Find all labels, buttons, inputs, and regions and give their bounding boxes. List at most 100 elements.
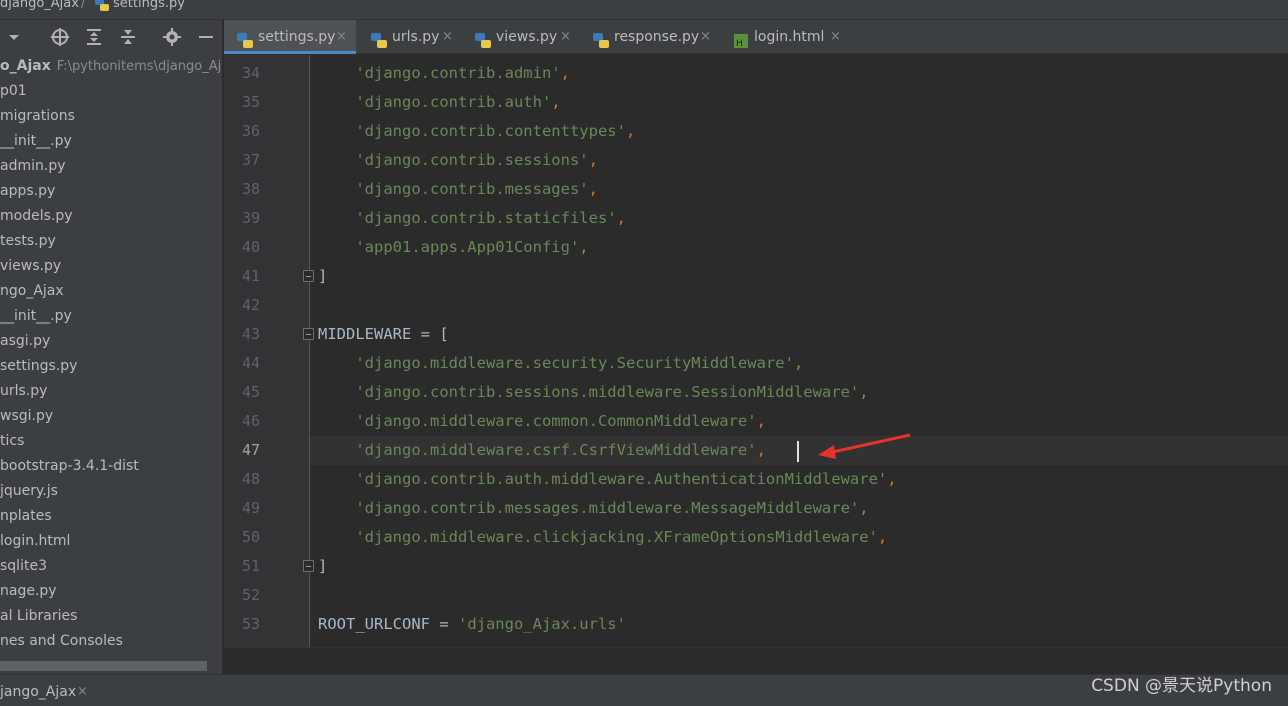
- tree-item[interactable]: jquery.js: [0, 479, 222, 504]
- line-number: 51: [241, 557, 260, 575]
- tree-item[interactable]: login.html: [0, 529, 222, 554]
- tree-root-path: F:\pythonitems\django_Aja: [56, 59, 223, 74]
- tree-item[interactable]: __init__.py: [0, 129, 222, 154]
- line-number: 45: [241, 383, 260, 401]
- code-punctuation: ,: [579, 238, 589, 256]
- tree-root-name: o_Ajax: [0, 58, 51, 74]
- close-icon[interactable]: ×: [442, 20, 453, 54]
- close-icon[interactable]: ×: [700, 20, 711, 54]
- tree-item[interactable]: sqlite3: [0, 554, 222, 579]
- code-punctuation: ,: [859, 499, 869, 517]
- collapse-all-icon[interactable]: [118, 27, 138, 47]
- line-number: 52: [241, 586, 260, 604]
- code-string: 'django.contrib.sessions.middleware.Sess…: [355, 383, 860, 401]
- editor-bottom-strip: [224, 647, 1288, 674]
- text-caret: [797, 441, 799, 462]
- run-tab-label[interactable]: jango_Ajax: [0, 675, 76, 706]
- fold-marker-icon[interactable]: [303, 270, 314, 282]
- code-line: 'app01.apps.App01Config',: [318, 233, 589, 262]
- tab-login-html[interactable]: H login.html ×: [720, 20, 850, 54]
- code-string: 'django.contrib.auth': [355, 93, 552, 111]
- gear-icon[interactable]: [162, 27, 182, 47]
- locate-icon[interactable]: [50, 27, 70, 47]
- tab-label: views.py: [496, 29, 558, 45]
- tree-item[interactable]: p01: [0, 79, 222, 104]
- breadcrumb-file[interactable]: settings.py: [113, 0, 185, 11]
- close-icon[interactable]: ×: [830, 20, 841, 54]
- close-icon[interactable]: ×: [77, 675, 88, 706]
- expand-all-icon[interactable]: [84, 27, 104, 47]
- code-string: 'django.middleware.csrf.CsrfViewMiddlewa…: [355, 441, 757, 459]
- code-string: 'django.contrib.contenttypes': [355, 122, 626, 140]
- tree-root[interactable]: o_Ajax F:\pythonitems\django_Aja: [0, 54, 223, 79]
- tab-response-py[interactable]: response.py ×: [580, 20, 720, 54]
- code-punctuation: ,: [887, 470, 897, 488]
- code-string: 'django.contrib.auth.middleware.Authenti…: [355, 470, 888, 488]
- tree-item[interactable]: ngo_Ajax: [0, 279, 222, 304]
- tree-item[interactable]: bootstrap-3.4.1-dist: [0, 454, 222, 479]
- code-line: 'django.middleware.csrf.CsrfViewMiddlewa…: [318, 436, 766, 465]
- code-string: 'django.contrib.admin': [355, 64, 561, 82]
- tab-views-py[interactable]: views.py ×: [462, 20, 580, 54]
- fold-marker-icon[interactable]: [303, 328, 314, 340]
- code-identifier: ]: [318, 557, 328, 575]
- tree-item[interactable]: asgi.py: [0, 329, 222, 354]
- tree-item[interactable]: migrations: [0, 104, 222, 129]
- code-line: 'django.contrib.messages',: [318, 175, 598, 204]
- line-number: 49: [241, 499, 260, 517]
- minimize-icon[interactable]: [196, 27, 216, 47]
- code-line: 'django.middleware.common.CommonMiddlewa…: [318, 407, 766, 436]
- tree-item[interactable]: wsgi.py: [0, 404, 222, 429]
- tree-item[interactable]: models.py: [0, 204, 222, 229]
- tree-item[interactable]: nes and Consoles: [0, 629, 222, 654]
- code-string: 'django.contrib.messages.middleware.Mess…: [355, 499, 860, 517]
- code-punctuation: ,: [551, 93, 561, 111]
- line-number: 34: [241, 64, 260, 82]
- tab-settings-py[interactable]: settings.py ×: [224, 20, 356, 54]
- tree-item[interactable]: al Libraries: [0, 604, 222, 629]
- code-line: 'django.contrib.admin',: [318, 59, 570, 88]
- line-number: 50: [241, 528, 260, 546]
- tree-item[interactable]: tics: [0, 429, 222, 454]
- code-string: 'django.contrib.messages': [355, 180, 589, 198]
- tree-item[interactable]: __init__.py: [0, 304, 222, 329]
- line-number: 40: [241, 238, 260, 256]
- code-editor[interactable]: 34 'django.contrib.admin', 35 'django.con…: [224, 55, 1288, 647]
- svg-text:H: H: [736, 39, 743, 49]
- tab-label: response.py: [614, 29, 700, 45]
- tree-item[interactable]: tests.py: [0, 229, 222, 254]
- tree-item[interactable]: views.py: [0, 254, 222, 279]
- fold-marker-icon[interactable]: [303, 560, 314, 572]
- chevron-down-icon[interactable]: [4, 27, 24, 47]
- code-punctuation: ,: [588, 151, 598, 169]
- tree-item[interactable]: settings.py: [0, 354, 222, 379]
- breadcrumb-separator: /: [81, 0, 86, 11]
- watermark: CSDN @景天说Python: [1091, 676, 1272, 696]
- tree-item[interactable]: nage.py: [0, 579, 222, 604]
- code-line: ]: [318, 262, 327, 291]
- line-number: 35: [241, 93, 260, 111]
- code-identifier: MIDDLEWARE = [: [318, 325, 449, 343]
- tree-item[interactable]: apps.py: [0, 179, 222, 204]
- close-icon[interactable]: ×: [560, 20, 571, 54]
- code-punctuation: ,: [793, 354, 804, 372]
- tab-urls-py[interactable]: urls.py ×: [358, 20, 462, 54]
- line-number: 42: [241, 296, 260, 314]
- horizontal-scrollbar[interactable]: [0, 661, 207, 671]
- code-line: 'django.contrib.contenttypes',: [318, 117, 635, 146]
- code-line: 'django.middleware.clickjacking.XFrameOp…: [318, 523, 887, 552]
- close-icon[interactable]: ×: [336, 20, 347, 54]
- code-line: MIDDLEWARE = [: [318, 320, 449, 349]
- tree-item[interactable]: nplates: [0, 504, 222, 529]
- tree-item[interactable]: admin.py: [0, 154, 222, 179]
- code-punctuation: ,: [756, 441, 766, 459]
- tree-item[interactable]: urls.py: [0, 379, 222, 404]
- breadcrumb-project[interactable]: django_Ajax: [0, 0, 79, 11]
- python-file-icon: [94, 0, 110, 17]
